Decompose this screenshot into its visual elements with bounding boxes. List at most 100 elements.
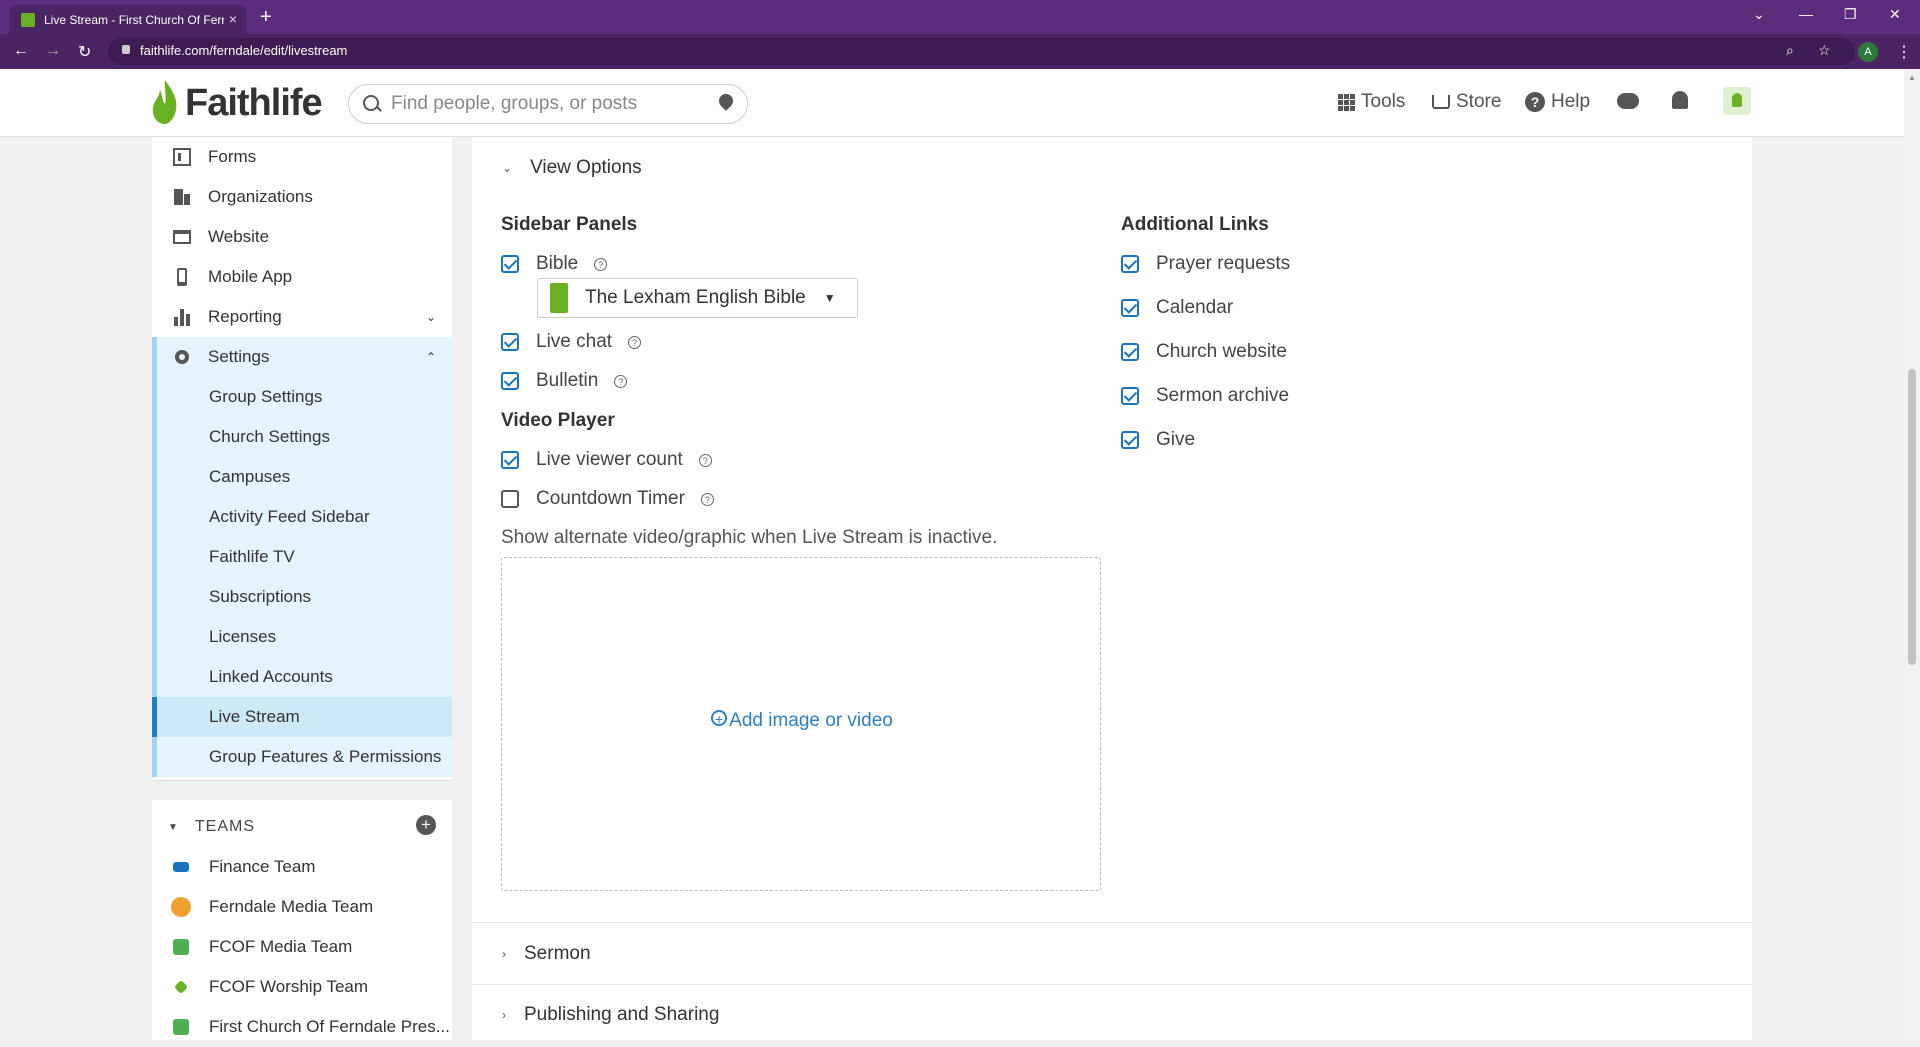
close-window-icon[interactable]: ✕: [1889, 6, 1901, 23]
lock-icon: [122, 45, 130, 54]
calendar-checkbox[interactable]: [1121, 299, 1139, 317]
sidebar-subitem-campuses[interactable]: Campuses: [152, 457, 452, 497]
help-circle-icon[interactable]: ?: [594, 257, 608, 271]
page-background: [1752, 137, 1904, 1040]
help-icon: ?: [1525, 92, 1545, 112]
sidebar-subitem-subscriptions[interactable]: Subscriptions: [152, 577, 452, 617]
team-item[interactable]: FCOF Media Team: [152, 927, 452, 967]
bookmark-star-icon[interactable]: ☆: [1818, 42, 1831, 59]
store-menu[interactable]: Store: [1432, 91, 1501, 113]
tab-search-icon[interactable]: ⌄: [1753, 6, 1765, 23]
messages-icon[interactable]: [1617, 93, 1639, 109]
restore-icon[interactable]: ❐: [1844, 6, 1857, 23]
sidebar-item-reporting[interactable]: Reporting ⌄: [152, 297, 452, 337]
help-label: Help: [1551, 91, 1591, 112]
section-divider: [472, 922, 1752, 923]
live-viewer-count-checkbox[interactable]: [501, 451, 519, 469]
bible-option: Bible ?: [501, 253, 608, 275]
faithlife-logo-icon[interactable]: [150, 80, 180, 124]
sidebar-item-mobile-app[interactable]: Mobile App: [152, 257, 452, 297]
team-item[interactable]: Ferndale Media Team: [152, 887, 452, 927]
bible-checkbox[interactable]: [501, 255, 519, 273]
cart-icon: [1432, 95, 1450, 109]
help-circle-icon[interactable]: ?: [614, 374, 628, 388]
browser-tab[interactable]: Live Stream - First Church Of Ferndale ×: [9, 5, 247, 34]
countdown-timer-label: Countdown Timer: [536, 488, 685, 509]
sermon-section-toggle[interactable]: › Sermon: [502, 943, 591, 965]
tools-menu[interactable]: Tools: [1338, 91, 1405, 113]
teams-panel: ▼ TEAMS + Finance Team Ferndale Media Te…: [152, 800, 452, 1040]
link-option-prayer-requests: Prayer requests: [1121, 253, 1290, 275]
sidebar-item-label: Mobile App: [208, 267, 293, 286]
team-item[interactable]: FCOF Worship Team: [152, 967, 452, 1007]
team-item[interactable]: Finance Team: [152, 847, 452, 887]
media-dropzone[interactable]: + Add image or video: [501, 557, 1101, 891]
scroll-up-icon[interactable]: ▲: [1908, 73, 1916, 82]
church-website-checkbox[interactable]: [1121, 343, 1139, 361]
scrollbar-thumb[interactable]: [1908, 369, 1916, 665]
new-tab-icon[interactable]: +: [260, 6, 272, 29]
view-options-toggle[interactable]: ⌄ View Options: [502, 157, 642, 179]
help-circle-icon[interactable]: ?: [700, 492, 714, 506]
sidebar-subitem-group-settings[interactable]: Group Settings: [152, 377, 452, 417]
sidebar-subitem-faithlife-tv[interactable]: Faithlife TV: [152, 537, 452, 577]
tab-title: Live Stream - First Church Of Ferndale: [44, 12, 224, 27]
sidebar-item-organizations[interactable]: Organizations: [152, 177, 452, 217]
location-pin-icon[interactable]: [716, 91, 736, 111]
sidebar-item-label: Settings: [208, 347, 270, 366]
bulletin-checkbox[interactable]: [501, 372, 519, 390]
link-option-church-website: Church website: [1121, 341, 1287, 363]
give-checkbox[interactable]: [1121, 431, 1139, 449]
help-menu[interactable]: ? Help: [1525, 91, 1590, 113]
sidebar-subitem-group-features-permissions[interactable]: Group Features & Permissions: [152, 737, 452, 777]
add-image-or-video-link[interactable]: + Add image or video: [502, 710, 1102, 732]
live-stream-settings-panel: ⌄ View Options Sidebar Panels Bible ? Th…: [472, 137, 1752, 1040]
notifications-bell-icon[interactable]: [1672, 91, 1688, 109]
search-icon: [363, 95, 379, 111]
admin-sidebar: Forms Organizations Website Mobile App R…: [152, 137, 452, 781]
link-option-sermon-archive: Sermon archive: [1121, 385, 1289, 407]
back-icon[interactable]: ←: [13, 42, 29, 60]
chevron-down-icon[interactable]: ⌄: [426, 310, 436, 324]
link-option-give: Give: [1121, 429, 1195, 451]
team-item[interactable]: First Church Of Ferndale Pres...: [152, 1007, 452, 1047]
faithlife-logo-text[interactable]: Faithlife: [185, 82, 323, 125]
zoom-icon[interactable]: ⌕: [1786, 42, 1794, 59]
reload-icon[interactable]: ↻: [78, 42, 91, 62]
publishing-section-toggle[interactable]: › Publishing and Sharing: [502, 1004, 719, 1026]
forward-icon[interactable]: →: [45, 42, 61, 60]
sidebar-item-settings[interactable]: Settings ⌃: [152, 337, 452, 377]
help-circle-icon[interactable]: ?: [698, 453, 712, 467]
browser-menu-icon[interactable]: ⋮: [1896, 42, 1912, 62]
minimize-icon[interactable]: —: [1799, 6, 1813, 22]
sidebar-item-website[interactable]: Website: [152, 217, 452, 257]
browser-profile-avatar[interactable]: A: [1858, 42, 1878, 62]
user-avatar-icon[interactable]: [1723, 87, 1751, 115]
page-scrollbar[interactable]: ▲: [1904, 69, 1920, 1040]
sidebar-subitem-activity-feed-sidebar[interactable]: Activity Feed Sidebar: [152, 497, 452, 537]
live-chat-checkbox[interactable]: [501, 333, 519, 351]
tab-close-icon[interactable]: ×: [229, 11, 237, 27]
prayer-requests-checkbox[interactable]: [1121, 255, 1139, 273]
sidebar-subitem-church-settings[interactable]: Church Settings: [152, 417, 452, 457]
live-chat-option: Live chat ?: [501, 331, 642, 353]
countdown-timer-checkbox[interactable]: [501, 490, 519, 508]
live-viewer-count-option: Live viewer count ?: [501, 449, 712, 471]
search-input[interactable]: [389, 92, 713, 116]
url-field[interactable]: faithlife.com/ferndale/edit/livestream ⌕…: [108, 38, 1855, 65]
bulletin-option: Bulletin ?: [501, 370, 628, 392]
sidebar-subitem-licenses[interactable]: Licenses: [152, 617, 452, 657]
add-media-label: Add image or video: [729, 710, 893, 731]
add-team-icon[interactable]: +: [416, 815, 436, 835]
bible-version-dropdown[interactable]: The Lexham English Bible ▼: [537, 278, 858, 318]
sidebar-subitem-live-stream[interactable]: Live Stream: [152, 697, 452, 737]
help-circle-icon[interactable]: ?: [628, 335, 642, 349]
search-box[interactable]: [348, 84, 748, 124]
sermon-archive-checkbox[interactable]: [1121, 387, 1139, 405]
sidebar-item-forms[interactable]: Forms: [152, 137, 452, 177]
url-text: faithlife.com/ferndale/edit/livestream: [140, 43, 348, 58]
sidebar-subitem-linked-accounts[interactable]: Linked Accounts: [152, 657, 452, 697]
teams-heading: TEAMS: [194, 818, 256, 835]
chevron-up-icon[interactable]: ⌃: [426, 350, 436, 364]
teams-header[interactable]: ▼ TEAMS: [168, 818, 255, 836]
